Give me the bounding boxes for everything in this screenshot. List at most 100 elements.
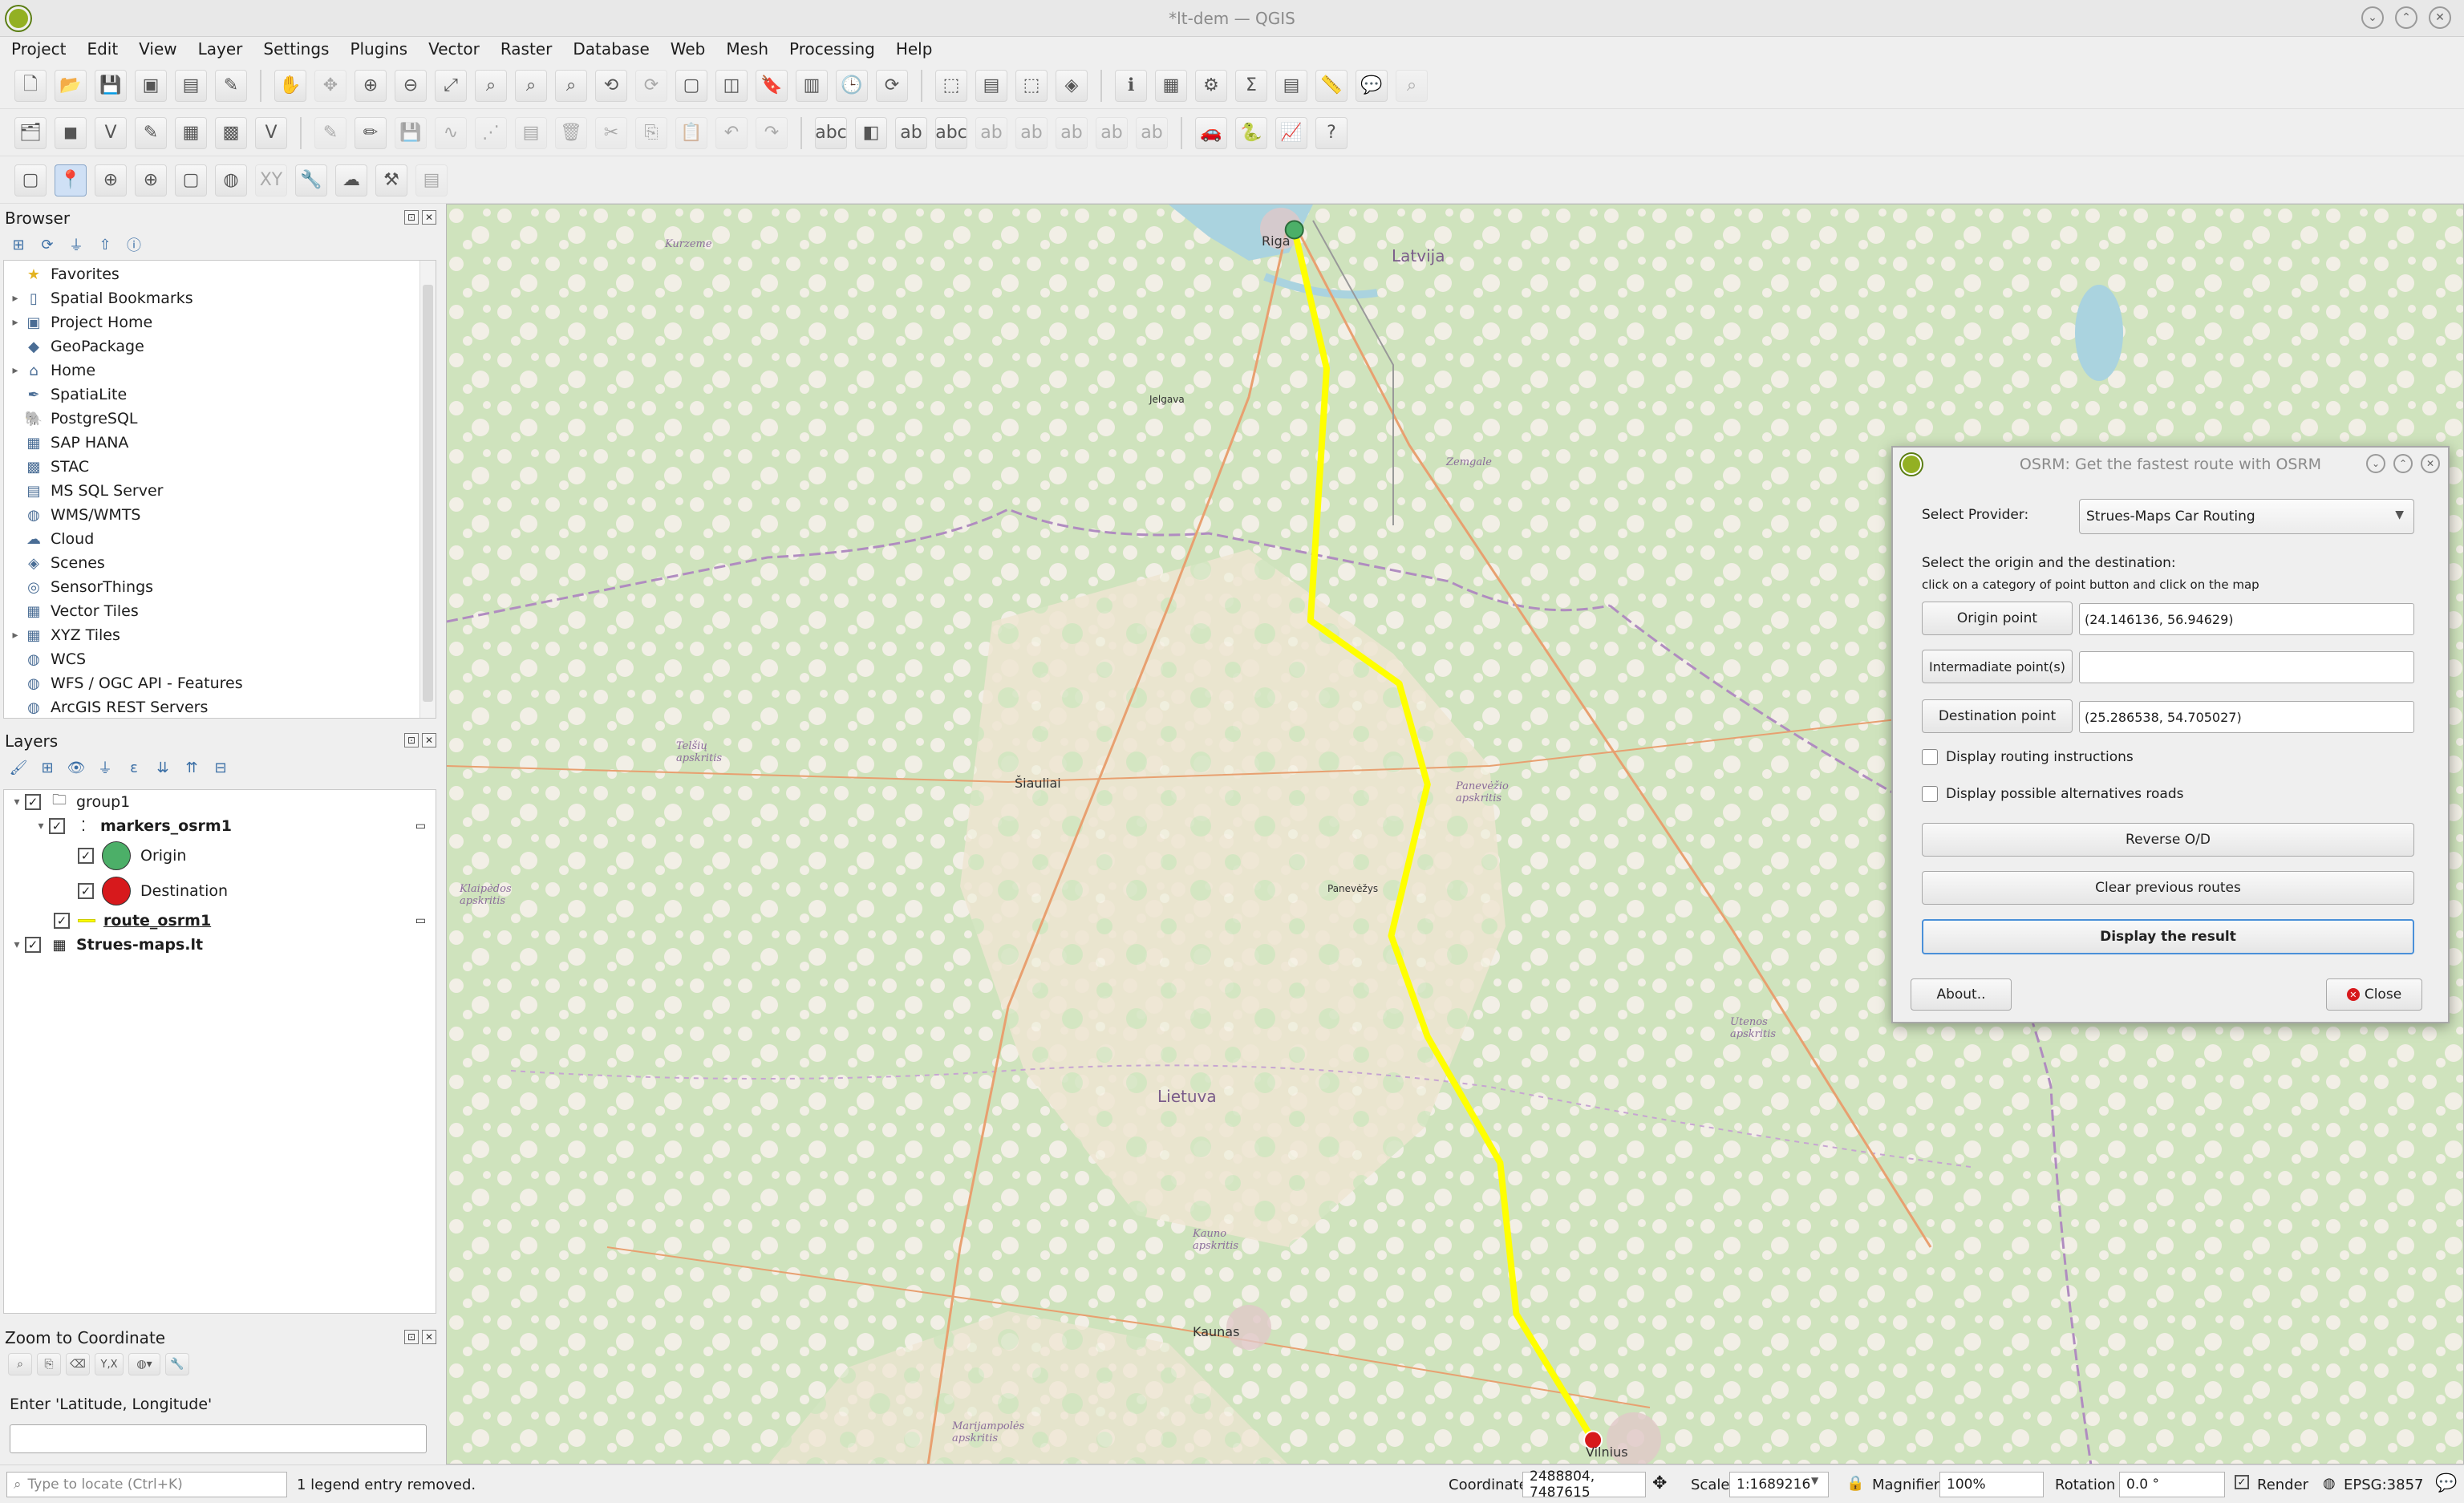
paste-features-icon[interactable]: 📋 [675, 116, 707, 149]
menu-settings[interactable]: Settings [263, 39, 329, 59]
minimize-button[interactable]: ⌄ [2361, 6, 2384, 29]
close-panel-icon[interactable]: ✕ [422, 1330, 436, 1344]
osrm-plugin-icon[interactable]: 🚗 [1195, 116, 1227, 149]
browser-item[interactable]: ☁ Cloud [4, 527, 436, 551]
label-change-icon[interactable]: ab [1056, 116, 1088, 149]
chevron-down-icon[interactable]: ▼ [1811, 1475, 1818, 1486]
browser-item[interactable]: ◆ GeoPackage [4, 334, 436, 359]
remove-layer-icon[interactable]: ⊟ [210, 757, 231, 778]
globe-icon[interactable]: ◍ [215, 164, 247, 196]
crs-icon[interactable]: ◍ [2323, 1475, 2336, 1492]
checkbox[interactable]: ✓ [25, 794, 41, 810]
menu-processing[interactable]: Processing [789, 39, 875, 59]
browser-item[interactable]: ◍ WFS / OGC API - Features [4, 671, 436, 695]
menu-raster[interactable]: Raster [500, 39, 553, 59]
browser-item[interactable]: ◈ Scenes [4, 551, 436, 575]
browser-item[interactable]: ✒ SpatiaLite [4, 383, 436, 407]
expand-all-icon[interactable]: ⇊ [152, 757, 173, 778]
new-3d-view-icon[interactable]: ◫ [715, 69, 748, 102]
label-prop-icon[interactable]: ab [1136, 116, 1168, 149]
add-vector-layer-icon[interactable]: V [95, 116, 127, 149]
new-map-view-icon[interactable]: ▢ [675, 69, 707, 102]
data-source-manager-icon[interactable]: 🗂 [14, 116, 47, 149]
xy-tool-icon[interactable]: XY [255, 164, 287, 196]
clear-routes-button[interactable]: Clear previous routes [1922, 871, 2414, 905]
python-console-icon[interactable]: 🐍 [1235, 116, 1267, 149]
label-pin-icon[interactable]: ab [895, 116, 927, 149]
destination-point-field[interactable]: (25.286538, 54.705027) [2079, 701, 2414, 733]
toggle-editing-icon[interactable]: ✎ [314, 116, 346, 149]
new-project-icon[interactable]: 🗋 [14, 69, 47, 102]
browser-item[interactable]: ◍ WCS [4, 647, 436, 671]
zoom-selection-icon[interactable]: ⌕ [475, 69, 507, 102]
rotation-field[interactable]: 0.0 ° [2119, 1472, 2225, 1497]
menu-vector[interactable]: Vector [428, 39, 480, 59]
destination-point-button[interactable]: Destination point [1922, 699, 2073, 733]
about-button[interactable]: About.. [1911, 978, 2012, 1011]
save-project-icon[interactable]: 💾 [95, 69, 127, 102]
attribute-table-icon[interactable]: ▦ [1155, 69, 1187, 102]
menu-web[interactable]: Web [671, 39, 706, 59]
checkbox[interactable]: ✓ [78, 848, 94, 864]
refresh-icon[interactable]: ⟳ [37, 234, 58, 255]
expand-arrow-icon[interactable]: ▸ [7, 364, 23, 377]
rectangle-tool-icon[interactable]: ▢ [175, 164, 207, 196]
open-attribute-table-icon[interactable]: ▤ [1275, 69, 1307, 102]
crs-menu-icon[interactable]: ◍▾ [128, 1353, 160, 1375]
intermediate-points-button[interactable]: Intermadiate point(s) [1922, 650, 2073, 683]
undo-icon[interactable]: ↶ [715, 116, 748, 149]
browser-item[interactable]: ▦ Vector Tiles [4, 599, 436, 623]
close-window-button[interactable]: ✕ [2429, 6, 2451, 29]
browser-item[interactable]: ▩ STAC [4, 455, 436, 479]
coordinate-input[interactable] [10, 1424, 427, 1453]
open-project-icon[interactable]: 📂 [55, 69, 87, 102]
plugin-tool2-icon[interactable]: ▤ [415, 164, 448, 196]
expand-arrow-icon[interactable]: ▸ [7, 292, 23, 305]
layer-markers-row[interactable]: ▾ ✓ ⁚ markers_osrm1 ▭ [4, 814, 436, 838]
measure-icon[interactable]: 📏 [1315, 69, 1348, 102]
menu-help[interactable]: Help [896, 39, 933, 59]
routing-instructions-checkbox[interactable]: Display routing instructions [1922, 749, 2134, 765]
close-button[interactable]: ✕ Close [2326, 978, 2422, 1011]
new-print-layout-icon[interactable]: ▣ [135, 69, 167, 102]
modify-attributes-icon[interactable]: ▤ [515, 116, 547, 149]
messages-icon[interactable]: 💬 [2435, 1473, 2457, 1493]
deselect-icon[interactable]: ⬚ [1015, 69, 1048, 102]
style-layer-icon[interactable]: 🖌 [8, 757, 29, 778]
legend-origin-row[interactable]: ✓ Origin [4, 838, 436, 873]
checkbox[interactable]: ✓ [25, 937, 41, 953]
float-panel-icon[interactable]: ⊡ [404, 1330, 419, 1344]
browser-item[interactable]: ★ Favorites [4, 262, 436, 286]
float-panel-icon[interactable]: ⊡ [404, 733, 419, 747]
lock-icon[interactable]: 🔒 [1846, 1475, 1864, 1492]
cut-features-icon[interactable]: ✂ [595, 116, 627, 149]
crs-label[interactable]: EPSG:3857 [2344, 1477, 2423, 1493]
new-bookmark-icon[interactable]: 🔖 [756, 69, 788, 102]
reverse-od-button[interactable]: Reverse O/D [1922, 823, 2414, 857]
dialog-maximize-button[interactable]: ⌃ [2393, 454, 2413, 473]
cloud-tool-icon[interactable]: ☁ [335, 164, 367, 196]
add-mesh-layer-icon[interactable]: ▦ [175, 116, 207, 149]
coordinate-field[interactable]: 2488804, 7487615 [1522, 1469, 1646, 1501]
browser-item[interactable]: ▸ ▦ XYZ Tiles [4, 623, 436, 647]
label-show-icon[interactable]: ab [1096, 116, 1128, 149]
legend-destination-row[interactable]: ✓ Destination [4, 873, 436, 909]
add-feature-icon[interactable]: ∿ [435, 116, 467, 149]
tools-icon[interactable]: 🔧 [295, 164, 327, 196]
pan-icon[interactable]: ✋ [274, 69, 306, 102]
layer-indicator-icon[interactable]: ▭ [415, 914, 426, 927]
display-result-button[interactable]: Display the result [1922, 919, 2414, 954]
checkbox[interactable]: ✓ [78, 883, 94, 899]
menu-project[interactable]: Project [11, 39, 66, 59]
add-selected-layers-icon[interactable]: ⊞ [8, 234, 29, 255]
close-panel-icon[interactable]: ✕ [422, 210, 436, 225]
menu-database[interactable]: Database [573, 39, 649, 59]
menu-plugins[interactable]: Plugins [350, 39, 407, 59]
checkbox[interactable]: ✓ [49, 818, 65, 834]
menu-edit[interactable]: Edit [87, 39, 118, 59]
yx-toggle-icon[interactable]: Y,X [95, 1353, 124, 1375]
collapse-all-icon[interactable]: ⇧ [95, 234, 116, 255]
show-bookmarks-icon[interactable]: ▥ [796, 69, 828, 102]
layout-manager-icon[interactable]: ▤ [175, 69, 207, 102]
zoom-marker-icon[interactable]: ⊕ [95, 164, 127, 196]
